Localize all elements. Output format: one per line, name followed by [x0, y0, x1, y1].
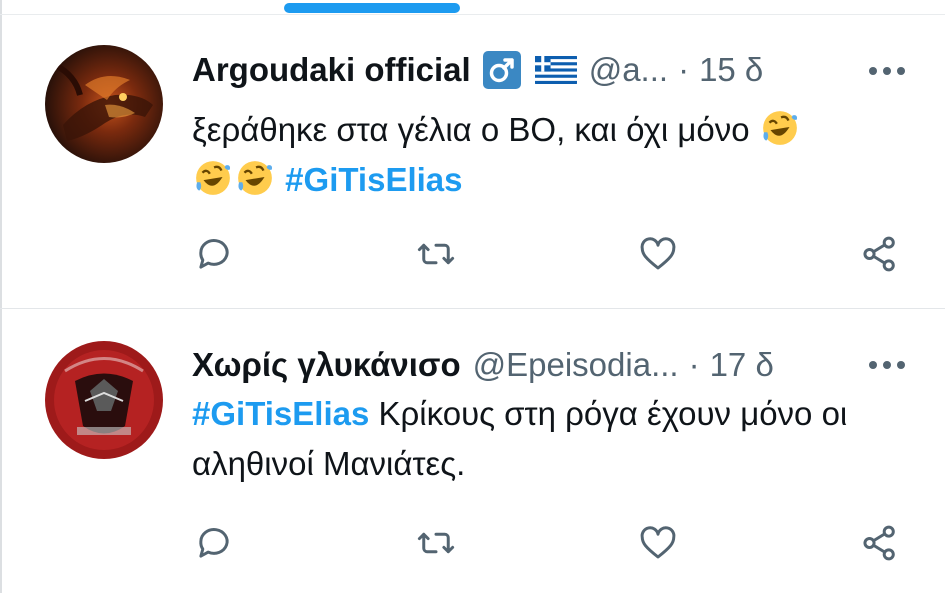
tweet-text: ξεράθηκε στα γέλια ο ΒΟ, και όχι μόνο #G [192, 105, 912, 205]
tab-indicator [284, 3, 460, 13]
rolling-laughing-emoji-icon [196, 161, 231, 195]
retweet-button[interactable] [412, 230, 460, 278]
more-options-icon[interactable] [869, 361, 905, 369]
tweet-text-body: ξεράθηκε στα γέλια ο ΒΟ, και όχι μόνο [192, 111, 750, 148]
tweet-actions [0, 230, 945, 278]
male-sign-icon [482, 51, 521, 89]
tweet-header: Χωρίς γλυκάνισο @Epeisodia... · 17 δ [192, 343, 774, 387]
retweet-icon [417, 532, 455, 554]
like-icon [640, 526, 676, 559]
hashtag-link[interactable]: #GiTisElias [285, 161, 462, 198]
tweet[interactable]: Argoudaki official @a... · 15 δ ξεράθηκε… [0, 15, 945, 308]
rolling-laughing-emoji-icon [238, 161, 273, 195]
share-button[interactable] [856, 230, 904, 278]
tweet[interactable]: Χωρίς γλυκάνισο @Epeisodia... · 17 δ #Gi… [0, 309, 945, 593]
timestamp[interactable]: 17 δ [710, 346, 774, 384]
separator-dot: · [688, 346, 700, 383]
retweet-button[interactable] [412, 519, 460, 567]
share-icon [863, 525, 895, 561]
tweet-actions [0, 519, 945, 567]
reply-icon [199, 239, 229, 269]
avatar[interactable] [45, 341, 163, 459]
display-name[interactable]: Χωρίς γλυκάνισο [192, 346, 461, 384]
retweet-icon [417, 243, 455, 265]
tweet-header: Argoudaki official @a... · 15 δ [192, 48, 763, 92]
rolling-laughing-emoji-icon [762, 111, 797, 145]
separator-dot: · [678, 51, 690, 88]
user-handle[interactable]: @Epeisodia... [473, 346, 679, 384]
display-name[interactable]: Argoudaki official [192, 51, 471, 89]
reply-button[interactable] [190, 519, 238, 567]
avatar-dragon-image [45, 45, 163, 163]
greece-flag-icon [534, 55, 577, 85]
share-button[interactable] [856, 519, 904, 567]
share-icon [863, 236, 895, 272]
like-button[interactable] [634, 230, 682, 278]
reply-button[interactable] [190, 230, 238, 278]
tweet-text: #GiTisElias Κρίκους στη ρόγα έχουν μόνο … [192, 389, 912, 489]
user-handle[interactable]: @a... [589, 51, 668, 89]
avatar[interactable] [45, 45, 163, 163]
timestamp[interactable]: 15 δ [699, 51, 763, 89]
like-icon [640, 237, 676, 270]
like-button[interactable] [634, 519, 682, 567]
avatar-emblem-image [45, 341, 163, 459]
reply-icon [199, 528, 229, 558]
more-options-icon[interactable] [869, 67, 905, 75]
hashtag-link[interactable]: #GiTisElias [192, 395, 369, 432]
